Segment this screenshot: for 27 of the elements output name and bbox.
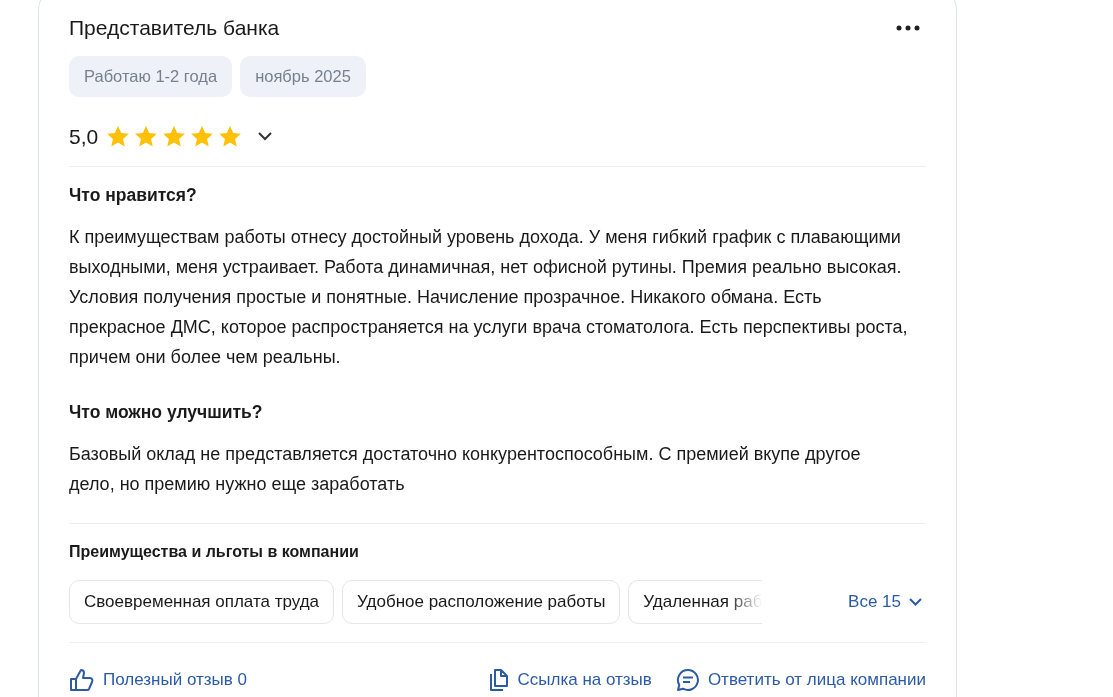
tag: ноябрь 2025 — [240, 56, 366, 97]
benefit-tag: Удобное расположение работы — [342, 580, 621, 624]
reply-button[interactable]: Ответить от лица компании — [675, 666, 926, 693]
chevron-down-icon[interactable] — [258, 132, 273, 142]
benefit-tag: Удаленная раб — [628, 580, 763, 624]
star-icon — [106, 125, 131, 149]
tag: Работаю 1-2 года — [69, 56, 233, 97]
like-button[interactable]: Полезный отзыв 0 — [69, 666, 247, 693]
benefits-heading: Преимущества и льготы в компании — [69, 542, 360, 563]
rating-value: 5,0 — [69, 123, 99, 150]
thumbs-up-icon — [69, 667, 95, 692]
benefit-tag: Своевременная оплата труда — [69, 580, 335, 624]
copy-icon — [487, 667, 510, 692]
chat-bubble-icon — [675, 667, 700, 692]
review-paragraph: Базовый оклад не представляется достаточно конкурентоспособным. С премией вкупе другое дело, но премию нужно еще заработать — [69, 443, 862, 497]
chevron-down-icon — [909, 598, 922, 607]
show-all-button[interactable]: Все 15 — [848, 589, 922, 615]
more-icon[interactable] — [896, 24, 920, 31]
star-icon — [218, 125, 243, 149]
link-button[interactable]: Ссылка на отзыв — [487, 666, 652, 693]
star-icon — [190, 125, 215, 149]
review-paragraph: К преимуществам работы отнесу достойный уровень дохода. У меня гибкий график с плавающими выходными, меня устраивает. Работа динамичная, нет офисной рутины. Премия реально высокая. Условия получения простые и понятные. Начисление прозрачное. Никакого обмана. Есть прекрасное ДМС, которое распространяется на услуги врача стоматолога. Есть перспективы роста, причем они более чем реальны. — [69, 226, 909, 370]
section-heading: Что нравится? — [69, 185, 198, 207]
section-heading: Что можно улучшить? — [69, 402, 264, 424]
review-title: Представитель банка — [69, 15, 280, 41]
star-icon — [134, 125, 159, 149]
star-icon — [162, 125, 187, 149]
